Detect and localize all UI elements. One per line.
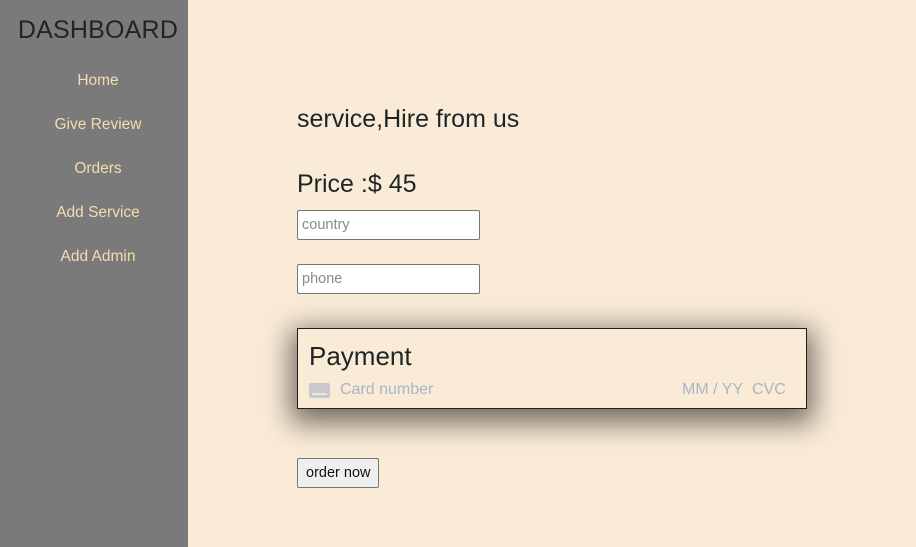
sidebar-item-orders[interactable]: Orders <box>0 159 196 203</box>
sidebar-item-give-review[interactable]: Give Review <box>0 115 196 159</box>
sidebar-nav: Home Give Review Orders Add Service Add … <box>0 71 196 291</box>
phone-input[interactable] <box>297 264 480 294</box>
card-cvc-input[interactable]: CVC <box>752 381 786 399</box>
main-content: service,Hire from us Price :$ 45 Payment… <box>188 0 916 547</box>
price-label: Price :$ 45 <box>297 170 417 198</box>
service-title: service,Hire from us <box>297 105 520 133</box>
payment-card-form: Payment Card number MM / YY CVC <box>297 328 807 409</box>
sidebar-item-add-service[interactable]: Add Service <box>0 203 196 247</box>
order-now-button[interactable]: order now <box>297 458 380 488</box>
sidebar: DASHBOARD Home Give Review Orders Add Se… <box>0 0 188 547</box>
card-number-input[interactable]: Card number <box>340 381 433 399</box>
sidebar-item-home[interactable]: Home <box>0 71 196 115</box>
sidebar-item-add-admin[interactable]: Add Admin <box>0 247 196 291</box>
sidebar-title: DASHBOARD <box>17 16 179 44</box>
credit-card-icon <box>309 383 330 398</box>
payment-title: Payment <box>309 341 412 371</box>
card-expiry-input[interactable]: MM / YY <box>682 381 743 399</box>
country-input[interactable] <box>297 210 480 240</box>
